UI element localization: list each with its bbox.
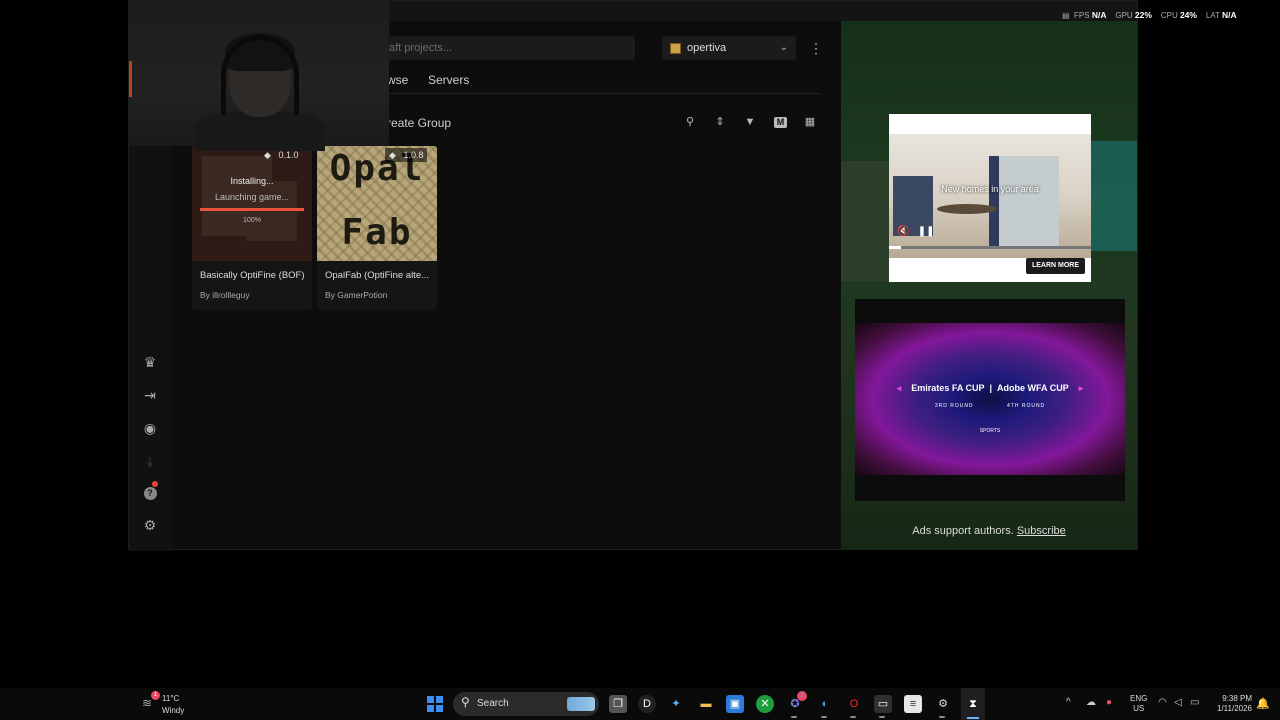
sidebar: ♛ ⇥ ◉ ⤓ ? ⚙ [129,146,172,551]
active-indicator [967,717,979,719]
install-substatus: Launching game... [214,192,290,202]
dell-icon[interactable]: D [638,695,656,713]
create-group-button[interactable]: reate Group [387,114,451,132]
login-icon[interactable]: ⇥ [141,386,159,404]
teams-badge: 2 [797,691,807,701]
edge-icon[interactable]: ◐ [816,695,834,713]
banner-logos: ◂ Emirates FA CUP | Adobe WFA CUP ▸ [896,383,1084,393]
search-icon[interactable]: ⚲ [682,114,698,130]
project-search-input[interactable]: aft projects... [387,36,635,60]
notification-dot [152,481,158,487]
file-explorer-icon[interactable]: ▬ [697,695,715,713]
running-indicator [850,716,856,718]
install-progress-bar [200,208,304,211]
opera-icon[interactable]: O [845,695,863,713]
store-icon[interactable]: ▣ [726,695,744,713]
modpack-thumbnail: Opal Fab [317,146,437,261]
video-controls: 🔇 ❚❚ [897,226,935,237]
chevron-up-icon[interactable]: ^ [1066,697,1071,708]
version-badge: ◆ 1.0.8 [385,148,428,162]
running-indicator [821,716,827,718]
weather-badge: 1 [151,691,160,700]
ad-photo [889,134,1091,258]
tab-servers[interactable]: Servers [428,71,469,89]
discord-icon[interactable]: ◉ [141,419,159,437]
search-highlight-art [567,697,595,711]
tag-icon: ◆ [264,150,271,160]
modpack-author: By GamerPotion [325,290,388,300]
install-progress-label: 100% [243,217,261,224]
language-indicator[interactable]: ENG US [1130,694,1147,714]
profile-dropdown[interactable]: opertiva ⌄ [662,36,796,60]
subscribe-link[interactable]: Subscribe [1017,525,1066,537]
filter-icon[interactable]: ▼ [742,114,758,130]
learn-more-button[interactable]: LEARN MORE [1025,258,1085,274]
volume-icon[interactable]: ◁ [1174,697,1182,708]
modpack-title: Basically OptiFine (BOF) [200,270,305,281]
running-indicator [791,716,797,718]
wifi-icon[interactable]: ◠ [1158,697,1167,708]
ads-support-text: Ads support authors. Subscribe [912,525,1066,537]
app-icon[interactable]: ⚙ [934,695,952,713]
teams-icon[interactable]: ✪ 2 [786,691,807,713]
modpack-card[interactable]: Opal Fab ◆ 1.0.8 OpalFab (OptiFine alte.… [317,146,437,310]
weather-temp: 11°C [162,694,180,703]
grid-icon[interactable]: ▦ [802,114,818,130]
help-icon[interactable]: ? [141,481,159,500]
app-tray-icon[interactable]: ● [1106,697,1112,708]
tabs-divider [387,93,821,94]
search-label: Search [477,698,509,709]
search-icon: ⚲ [461,695,470,709]
weather-widget[interactable]: ≋ 1 11°C Windy [142,691,202,716]
running-indicator [939,716,945,718]
modpack-author: By illrollleguy [200,290,250,300]
start-button[interactable] [427,696,443,712]
banner-sponsor: SPORTS [979,428,1001,434]
running-indicator [879,716,885,718]
profile-name: opertiva [687,42,727,54]
webcam-overlay [129,1,389,151]
video-progress-bar [889,246,1091,249]
launcher-window: ♛ ⇥ ◉ ⤓ ? ⚙ aft projects... opertiva ⌄ ⋮… [128,0,1138,551]
notepad-icon[interactable]: ≡ [904,695,922,713]
taskbar: ≋ 1 11°C Windy ⚲ Search ❐ D ✦ ▬ ▣ ✕ ✪ 2 … [0,688,1280,720]
modpack-thumbnail: Installing... Launching game... 100% [192,146,312,261]
banner-ad[interactable]: ◂ Emirates FA CUP | Adobe WFA CUP ▸ 3RD … [855,299,1125,501]
copilot-icon[interactable]: ✦ [667,695,685,713]
overlay-icon: ▤ [1062,11,1070,20]
download-icon[interactable]: ⤓ [141,452,159,470]
terminal-icon[interactable]: ▭ [874,695,892,713]
gear-icon[interactable]: ⚙ [141,516,159,534]
clock[interactable]: 9:38 PM 1/11/2026 [1206,694,1252,714]
pause-icon[interactable]: ❚❚ [918,226,935,237]
tag-icon: ◆ [389,150,396,160]
modpack-title: OpalFab (OptiFine alte... [325,270,430,281]
mute-icon[interactable]: 🔇 [897,226,909,237]
ad-caption: New homes in your area [941,184,1039,194]
sort-icon[interactable]: ⇕ [712,114,728,130]
weather-condition: Windy [162,706,185,715]
xbox-icon[interactable]: ✕ [756,695,774,713]
launcher-icon[interactable]: ⧗ [964,695,982,713]
tab-browse[interactable]: wse [387,71,408,89]
banner-art [855,323,1125,475]
m-icon[interactable]: M [774,117,787,128]
task-view-icon[interactable]: ❐ [609,695,627,713]
performance-overlay: ▤ FPS N/A GPU 22% CPU 24% LAT N/A [1062,10,1237,20]
modpack-card[interactable]: Installing... Launching game... 100% ◆ 0… [192,146,312,310]
more-options-icon[interactable]: ⋮ [809,39,823,59]
notification-bell-icon[interactable]: 🔔 [1256,697,1270,710]
chevron-down-icon: ⌄ [779,42,788,53]
crown-icon[interactable]: ♛ [141,353,159,371]
cloud-icon[interactable]: ☁ [1086,697,1096,708]
banner-rounds: 3RD ROUND 4TH ROUND [934,403,1046,409]
profile-icon [670,43,681,54]
battery-icon[interactable]: ▭ [1190,697,1199,708]
install-status: Installing... [230,176,274,186]
thumbnail-text-line2: Fab [341,212,413,253]
video-ad[interactable]: New homes in your area 🔇 ❚❚ LEARN MORE [889,114,1091,282]
desktop: ♛ ⇥ ◉ ⤓ ? ⚙ aft projects... opertiva ⌄ ⋮… [0,0,1280,720]
webcam-edge-glow [129,61,132,97]
taskbar-search[interactable]: ⚲ Search [453,692,599,716]
